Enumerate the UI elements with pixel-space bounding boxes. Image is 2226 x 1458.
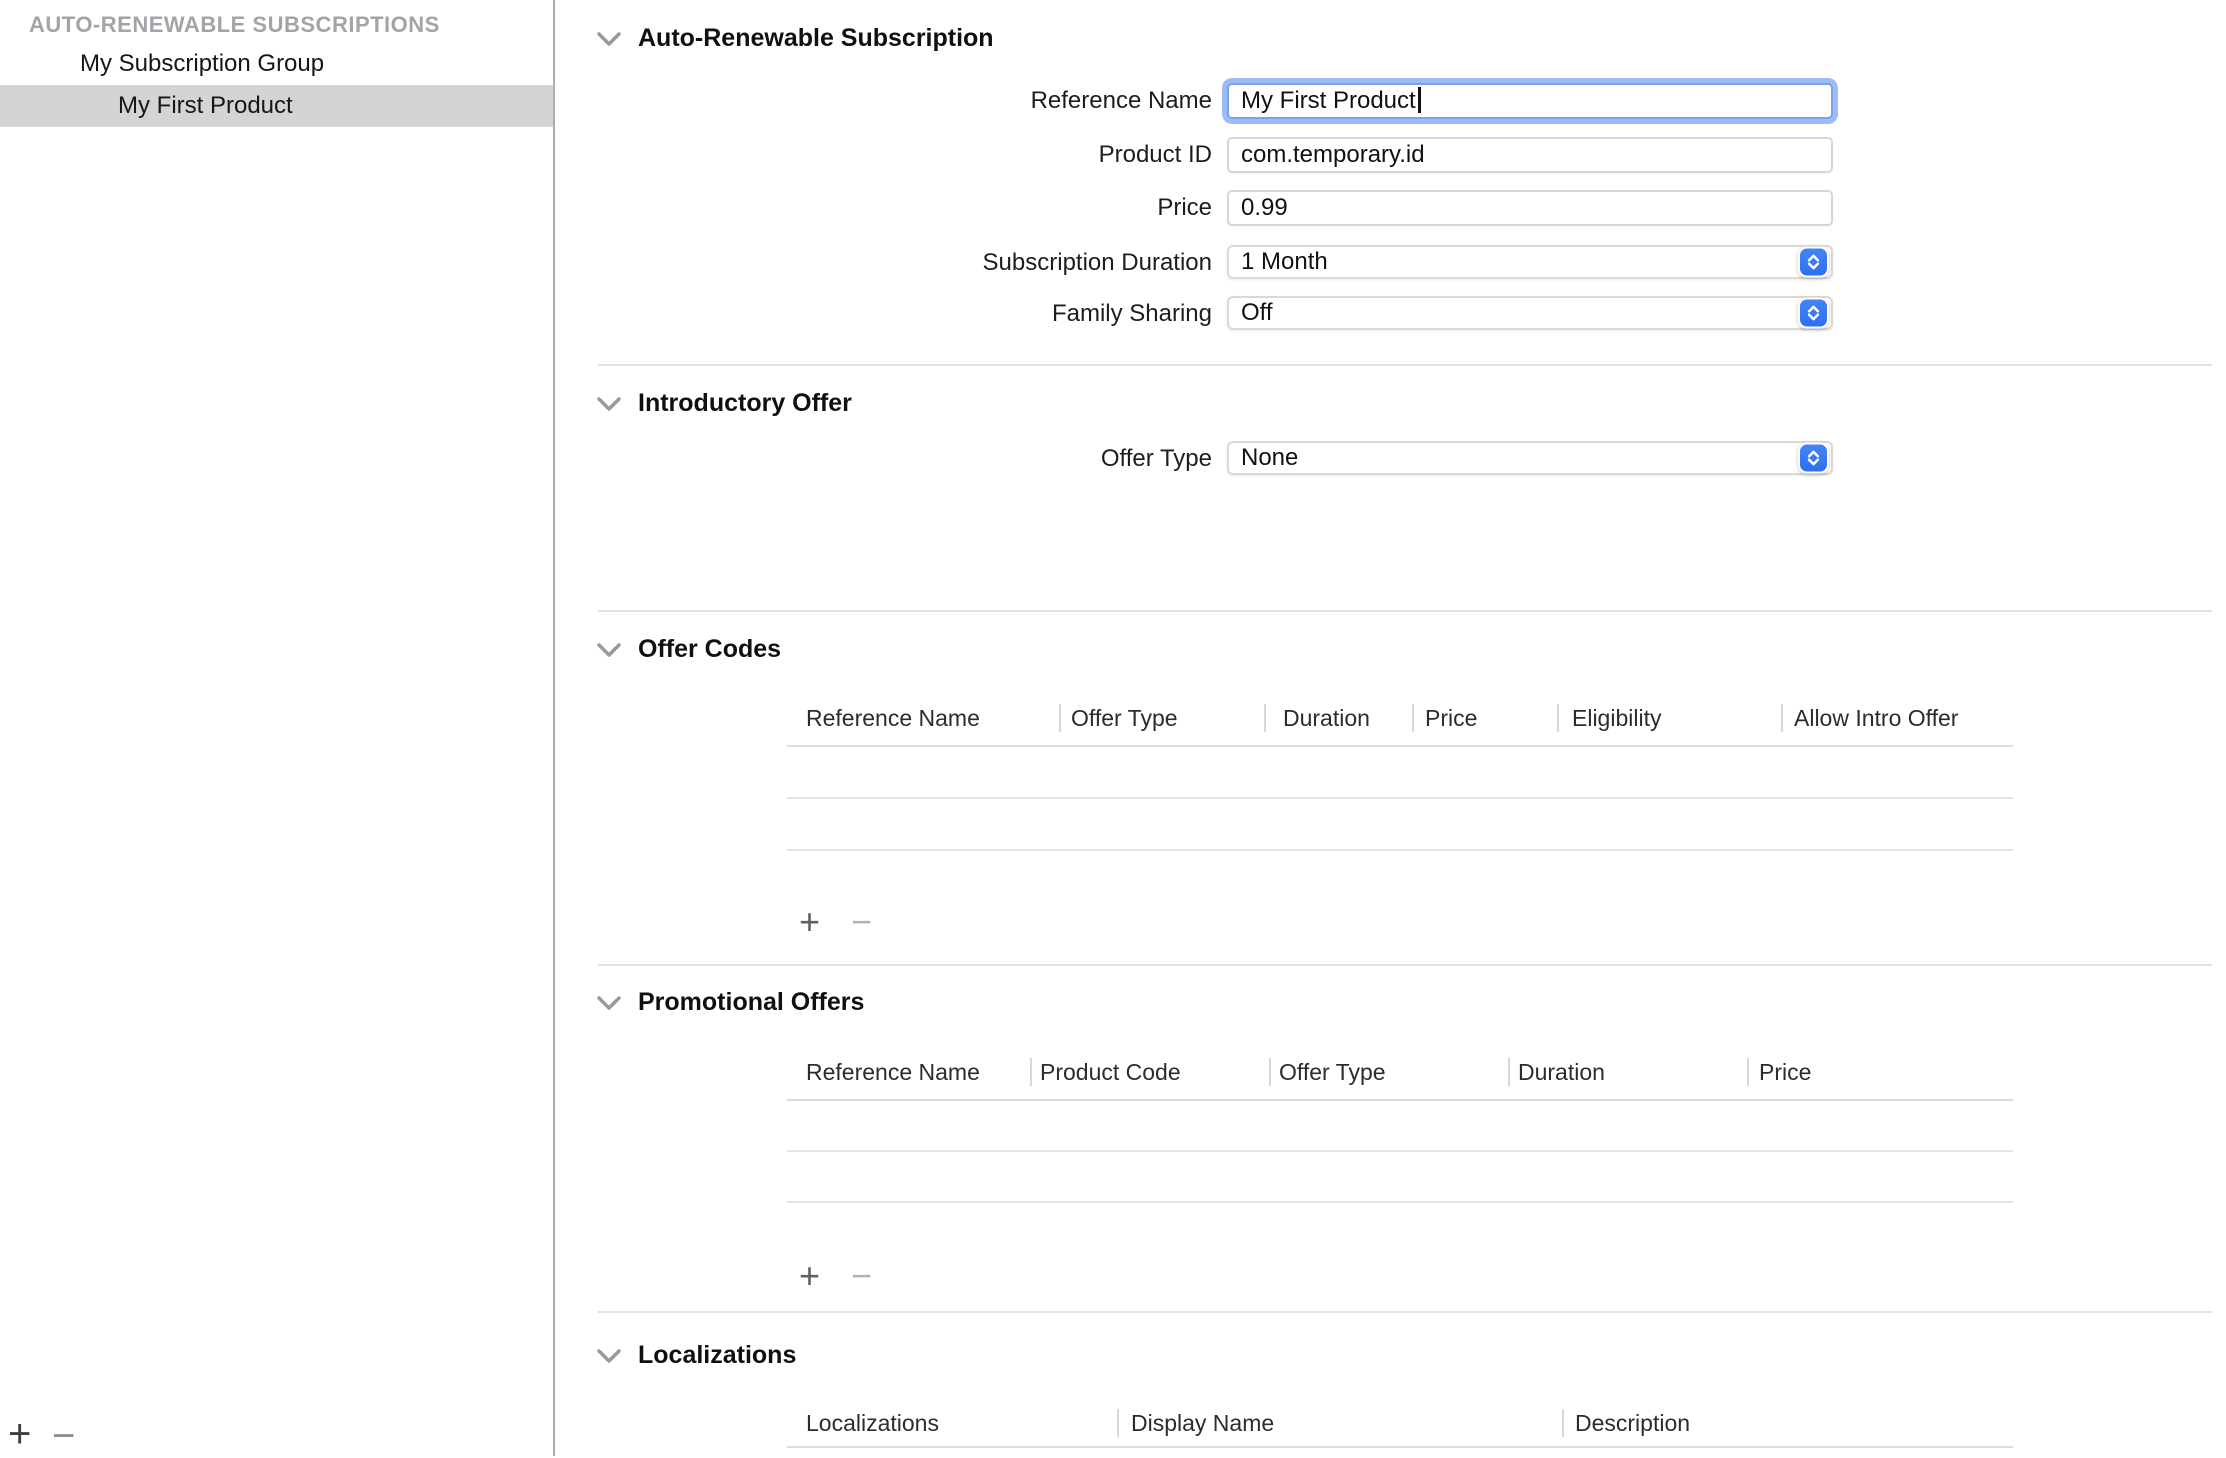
localizations-col-localizations: Localizations bbox=[806, 1408, 939, 1438]
promo-col-offer-type: Offer Type bbox=[1279, 1057, 1386, 1087]
column-separator bbox=[1781, 704, 1783, 732]
up-down-chevrons-icon bbox=[1800, 300, 1827, 327]
column-separator bbox=[1557, 704, 1559, 732]
plus-icon: + bbox=[799, 1255, 820, 1296]
section-title-promotional-offers: Promotional Offers bbox=[638, 987, 864, 1017]
column-separator bbox=[1117, 1409, 1119, 1437]
column-separator bbox=[1747, 1058, 1749, 1086]
family-sharing-label: Family Sharing bbox=[556, 296, 1212, 332]
column-separator bbox=[1412, 704, 1414, 732]
column-separator bbox=[1562, 1409, 1564, 1437]
sidebar-remove-button[interactable]: − bbox=[52, 1416, 75, 1456]
subscription-duration-value: 1 Month bbox=[1241, 248, 1328, 275]
disclosure-chevron-icon[interactable] bbox=[596, 642, 622, 658]
product-id-input[interactable] bbox=[1227, 137, 1833, 173]
disclosure-chevron-icon[interactable] bbox=[596, 31, 622, 47]
table-header-line bbox=[787, 1099, 2013, 1101]
promo-col-duration: Duration bbox=[1518, 1057, 1605, 1087]
promo-col-price: Price bbox=[1759, 1057, 1811, 1087]
sidebar-item-my-first-product[interactable]: My First Product bbox=[118, 85, 293, 127]
localizations-col-display-name: Display Name bbox=[1131, 1408, 1274, 1438]
offer-codes-col-price: Price bbox=[1425, 703, 1477, 733]
sidebar-add-button[interactable]: + bbox=[8, 1414, 31, 1454]
column-separator bbox=[1059, 704, 1061, 732]
disclosure-chevron-icon[interactable] bbox=[596, 396, 622, 412]
minus-icon: − bbox=[851, 901, 872, 942]
up-down-chevrons-icon bbox=[1800, 249, 1827, 276]
stepper-capsule bbox=[1798, 247, 1829, 278]
sidebar-item-subscription-group[interactable]: My Subscription Group bbox=[80, 43, 324, 85]
sidebar-group-header: AUTO-RENEWABLE SUBSCRIPTIONS bbox=[29, 10, 440, 40]
table-row-line bbox=[787, 849, 2013, 851]
table-row-line bbox=[787, 797, 2013, 799]
section-title-offer-codes: Offer Codes bbox=[638, 634, 781, 664]
table-row-line bbox=[787, 1201, 2013, 1203]
family-sharing-value: Off bbox=[1241, 299, 1273, 326]
text-cursor bbox=[1418, 87, 1421, 113]
subscription-duration-select[interactable]: 1 Month bbox=[1227, 245, 1833, 279]
localizations-col-description: Description bbox=[1575, 1408, 1690, 1438]
reference-name-label: Reference Name bbox=[556, 83, 1212, 119]
offer-codes-col-duration: Duration bbox=[1283, 703, 1370, 733]
stepper-capsule bbox=[1798, 443, 1829, 474]
offer-codes-col-eligibility: Eligibility bbox=[1572, 703, 1661, 733]
section-title-subscription: Auto-Renewable Subscription bbox=[638, 23, 994, 53]
disclosure-chevron-icon[interactable] bbox=[596, 995, 622, 1011]
promo-remove-button[interactable]: − bbox=[851, 1258, 872, 1294]
product-id-label: Product ID bbox=[556, 137, 1212, 173]
promo-col-product-code: Product Code bbox=[1040, 1057, 1181, 1087]
section-divider bbox=[598, 364, 2212, 366]
sidebar: AUTO-RENEWABLE SUBSCRIPTIONS My Subscrip… bbox=[0, 0, 553, 1456]
section-title-localizations: Localizations bbox=[638, 1340, 796, 1370]
table-row-line bbox=[787, 1150, 2013, 1152]
minus-icon: − bbox=[851, 1255, 872, 1296]
offer-type-label: Offer Type bbox=[556, 441, 1212, 477]
offer-type-value: None bbox=[1241, 444, 1298, 471]
sidebar-divider bbox=[553, 0, 555, 1456]
price-label: Price bbox=[556, 190, 1212, 226]
plus-icon: + bbox=[799, 901, 820, 942]
minus-icon: − bbox=[52, 1414, 75, 1458]
section-divider bbox=[598, 964, 2212, 966]
promo-col-reference-name: Reference Name bbox=[806, 1057, 980, 1087]
section-divider bbox=[598, 1311, 2212, 1313]
disclosure-chevron-icon[interactable] bbox=[596, 1348, 622, 1364]
table-header-line bbox=[787, 745, 2013, 747]
section-divider bbox=[598, 610, 2212, 612]
plus-icon: + bbox=[8, 1412, 31, 1456]
table-header-line bbox=[787, 1446, 2013, 1448]
column-separator bbox=[1030, 1058, 1032, 1086]
section-title-introductory-offer: Introductory Offer bbox=[638, 388, 852, 418]
reference-name-value: My First Product bbox=[1241, 87, 1416, 114]
column-separator bbox=[1264, 704, 1266, 732]
price-input[interactable] bbox=[1227, 190, 1833, 226]
reference-name-input[interactable]: My First Product bbox=[1227, 83, 1833, 119]
column-separator bbox=[1269, 1058, 1271, 1086]
subscription-duration-label: Subscription Duration bbox=[556, 245, 1212, 281]
promo-add-button[interactable]: + bbox=[799, 1258, 820, 1294]
column-separator bbox=[1508, 1058, 1510, 1086]
offer-codes-col-offer-type: Offer Type bbox=[1071, 703, 1178, 733]
offer-codes-col-reference-name: Reference Name bbox=[806, 703, 980, 733]
offer-codes-col-allow-intro-offer: Allow Intro Offer bbox=[1794, 703, 1958, 733]
offer-codes-add-button[interactable]: + bbox=[799, 904, 820, 940]
stepper-capsule bbox=[1798, 298, 1829, 329]
up-down-chevrons-icon bbox=[1800, 445, 1827, 472]
offer-type-select[interactable]: None bbox=[1227, 441, 1833, 475]
offer-codes-remove-button[interactable]: − bbox=[851, 904, 872, 940]
family-sharing-select[interactable]: Off bbox=[1227, 296, 1833, 330]
